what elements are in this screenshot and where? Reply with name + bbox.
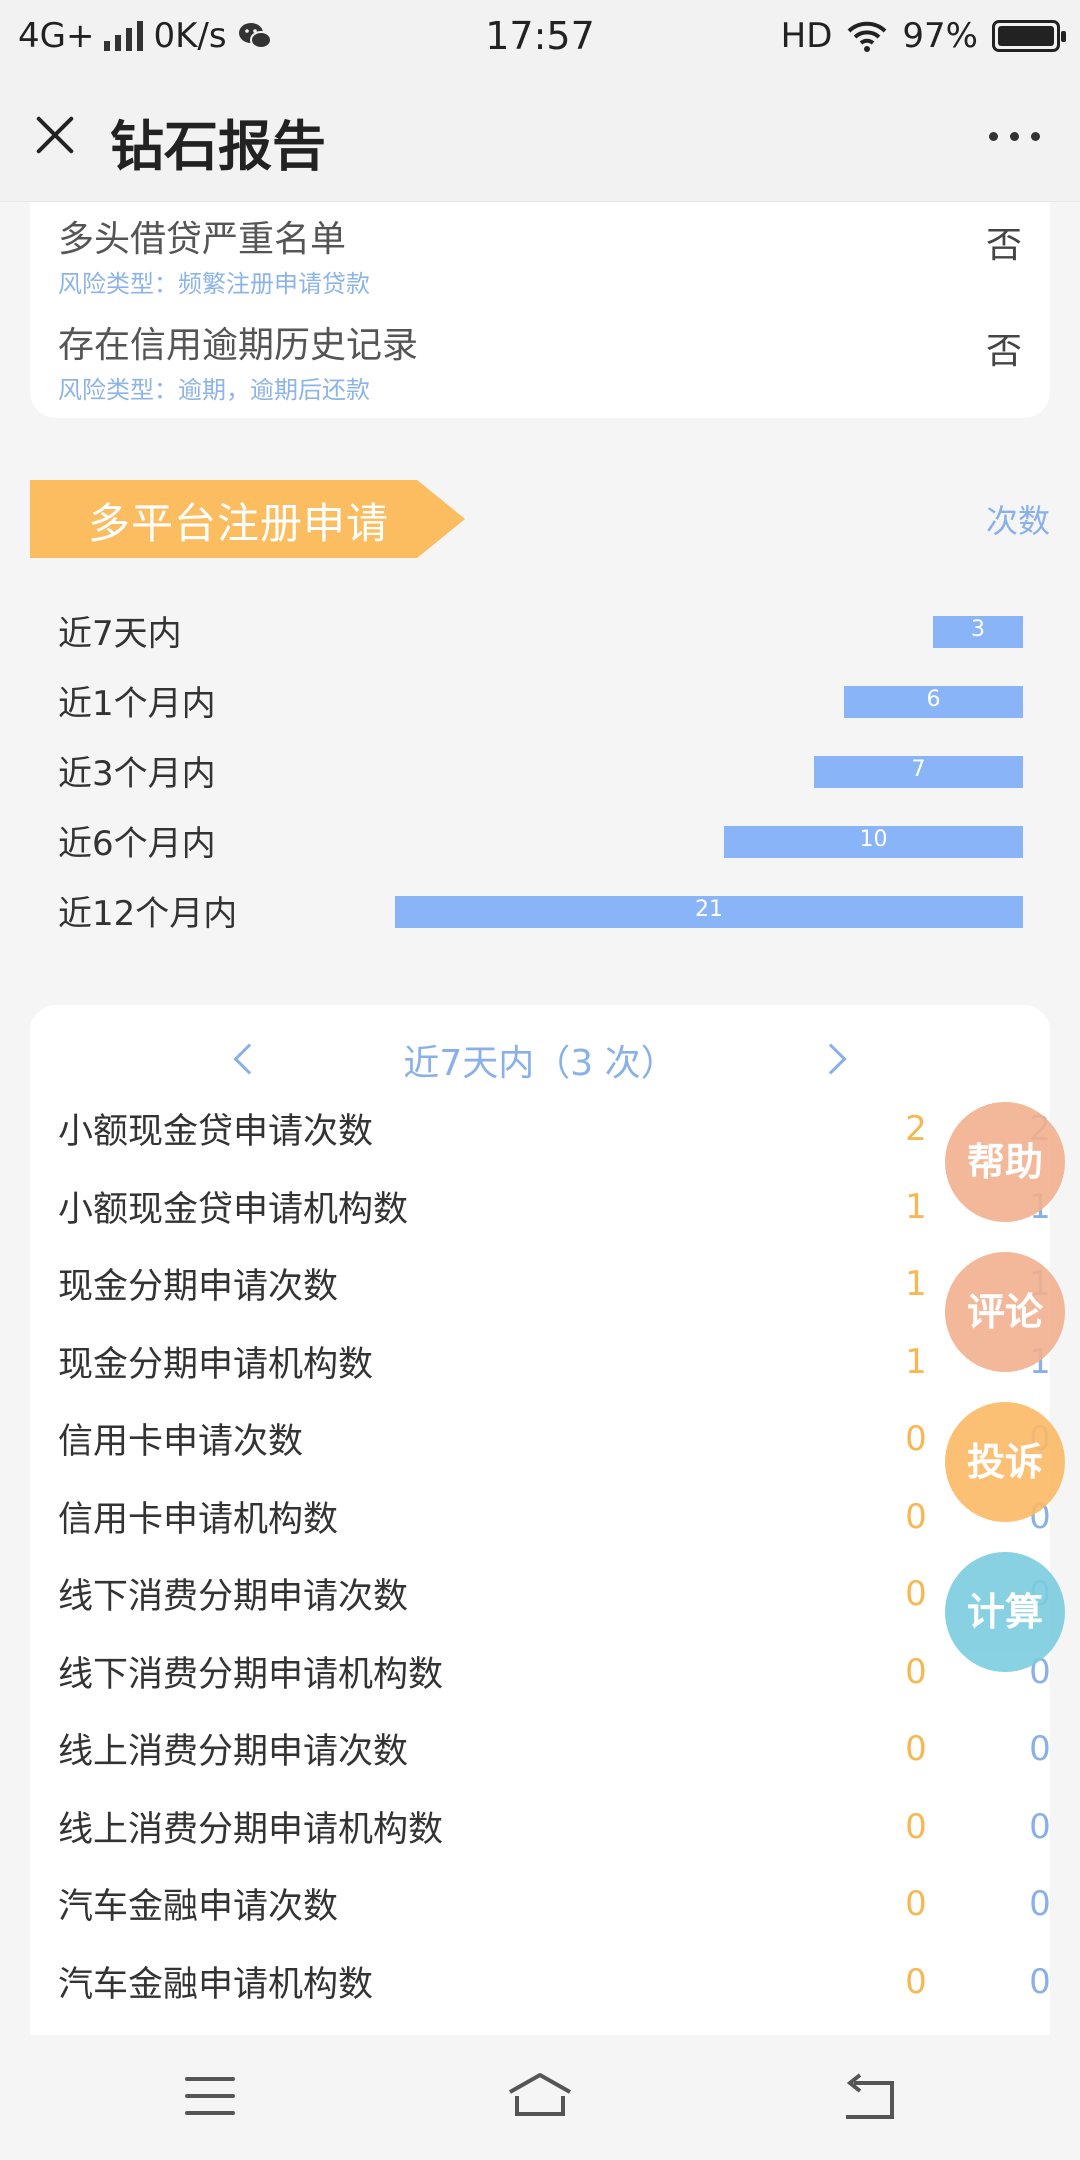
row-label: 线下消费分期申请机构数 (58, 1654, 444, 1695)
row-count-primary: 0 (905, 1884, 927, 1924)
count-label: 次数 (985, 502, 1050, 540)
bar-row: 近1个月内 6 (58, 676, 1023, 724)
wifi-icon (848, 21, 887, 52)
table-row: 线上消费分期申请机构数 0 0 (58, 1801, 1051, 1861)
bar-row: 近7天内 3 (58, 606, 1023, 654)
bar-value-label: 10 (859, 827, 888, 852)
table-row: 汽车金融申请次数 0 0 (58, 1878, 1051, 1938)
risk-item-type: 风险类型：频繁注册申请贷款 (58, 270, 370, 298)
bar-value-label: 7 (911, 757, 926, 782)
row-label: 信用卡申请次数 (58, 1422, 304, 1462)
bar: 10 (724, 826, 1023, 858)
risk-item: 多头借贷严重名单 风险类型：频繁注册申请贷款 否 (58, 210, 1022, 299)
row-label: 线下消费分期申请次数 (58, 1577, 409, 1617)
risk-item-name: 存在信用逾期历史记录 (58, 325, 419, 366)
table-row: 信用卡申请次数00 (58, 1413, 1051, 1473)
bar-value-label: 21 (695, 897, 723, 922)
risk-card: 多头借贷严重名单 风险类型：频繁注册申请贷款 否 存在信用逾期历史记录 风险类型… (30, 202, 1050, 418)
table-row: 线上消费分期申请次数 0 0 (58, 1723, 1051, 1783)
row-label: 现金分期申请机构数 (58, 1344, 374, 1385)
table-row: 小额现金贷申请机构数11 (58, 1181, 1051, 1241)
row-label: 汽车金融申请次数 (58, 1887, 339, 1927)
bar-value-label: 6 (926, 687, 941, 712)
section-title: 多平台注册申请 (88, 499, 390, 548)
home-icon[interactable] (505, 2070, 575, 2120)
help-button[interactable]: 帮助 (945, 1102, 1065, 1222)
table-row: 现金分期申请机构数 1 1 (58, 1336, 1051, 1396)
risk-item-name: 多头借贷严重名单 (58, 219, 347, 260)
bar-label: 近1个月内 (58, 684, 216, 724)
table-row: 汽车金融申请机构数 0 0 (58, 1956, 1051, 2016)
row-count-primary: 0 (905, 1961, 927, 2002)
row-count-primary: 0 (905, 1651, 927, 1692)
page-title: 钻石报告 (110, 115, 326, 178)
battery-icon (992, 20, 1066, 52)
bar-value-label: 3 (971, 617, 985, 642)
row-count-secondary: 0 (1029, 1806, 1051, 1847)
bar: 7 (814, 756, 1023, 788)
row-count-primary: 1 (905, 1341, 927, 1382)
bar-label: 近12个月内 (58, 894, 238, 934)
risk-item-value: 否 (985, 331, 1022, 372)
battery-percent: 97% (902, 16, 978, 56)
risk-item-value: 否 (985, 225, 1022, 266)
row-count-primary: 0 (905, 1729, 927, 1769)
row-label: 线上消费分期申请次数 (58, 1732, 409, 1772)
period-title: 近7天内（3 次） (403, 1043, 677, 1084)
bar: 3 (933, 616, 1023, 648)
row-label: 小额现金贷申请次数 (58, 1112, 374, 1152)
bar-row: 近12个月内 21 (58, 886, 1023, 934)
row-count-secondary: 0 (1029, 1729, 1051, 1769)
table-row: 现金分期申请次数11 (58, 1258, 1051, 1318)
risk-item-type: 风险类型：逾期，逾期后还款 (58, 376, 370, 404)
calculate-button[interactable]: 计算 (945, 1552, 1065, 1672)
menu-icon[interactable] (185, 2077, 235, 2115)
risk-item: 存在信用逾期历史记录 风险类型：逾期，逾期后还款 否 (58, 316, 1022, 405)
row-label: 信用卡申请机构数 (58, 1499, 339, 1540)
table-row: 线下消费分期申请机构数 0 0 (58, 1646, 1051, 1706)
detail-card: 近7天内（3 次） 小额现金贷申请次数22小额现金贷申请机构数11现金分期申请次… (30, 1005, 1051, 2035)
bar-label: 近7天内 (58, 614, 182, 654)
section-banner: 多平台注册申请 (30, 480, 465, 558)
row-count-secondary: 0 (1029, 1961, 1051, 2002)
comment-button[interactable]: 评论 (945, 1252, 1065, 1372)
row-count-secondary: 0 (1029, 1884, 1051, 1924)
bar: 21 (395, 896, 1023, 928)
row-label: 线上消费分期申请机构数 (58, 1809, 444, 1850)
back-icon[interactable] (840, 2073, 900, 2123)
more-icon[interactable] (989, 132, 1040, 141)
bar-label: 近3个月内 (58, 754, 216, 794)
row-count-primary: 0 (905, 1496, 927, 1537)
close-icon[interactable] (30, 110, 80, 160)
hd-label: HD (780, 16, 833, 56)
row-label: 小额现金贷申请机构数 (58, 1189, 409, 1230)
row-count-primary: 0 (905, 1419, 927, 1459)
row-count-primary: 0 (905, 1574, 927, 1614)
row-count-primary: 2 (905, 1109, 927, 1149)
table-row: 小额现金贷申请次数22 (58, 1103, 1051, 1163)
bar-row: 近6个月内 10 (58, 816, 1023, 864)
bar: 6 (844, 686, 1023, 718)
row-count-primary: 1 (905, 1186, 927, 1227)
row-count-primary: 0 (905, 1806, 927, 1847)
complain-button[interactable]: 投诉 (945, 1402, 1065, 1522)
row-label: 现金分期申请次数 (58, 1267, 339, 1307)
title-bar: 钻石报告 (0, 72, 1080, 202)
table-row: 线下消费分期申请次数00 (58, 1568, 1051, 1628)
period-navigator: 近7天内（3 次） (30, 1030, 1050, 1090)
table-row: 信用卡申请机构数 0 0 (58, 1491, 1051, 1551)
system-nav-bar (0, 2035, 1080, 2160)
row-label: 汽车金融申请机构数 (58, 1964, 374, 2005)
bar-label: 近6个月内 (58, 824, 216, 864)
bar-row: 近3个月内 7 (58, 746, 1023, 794)
status-bar: 4G+ 0K/s 17:57 HD 97% (0, 0, 1080, 72)
row-count-primary: 1 (905, 1264, 927, 1304)
